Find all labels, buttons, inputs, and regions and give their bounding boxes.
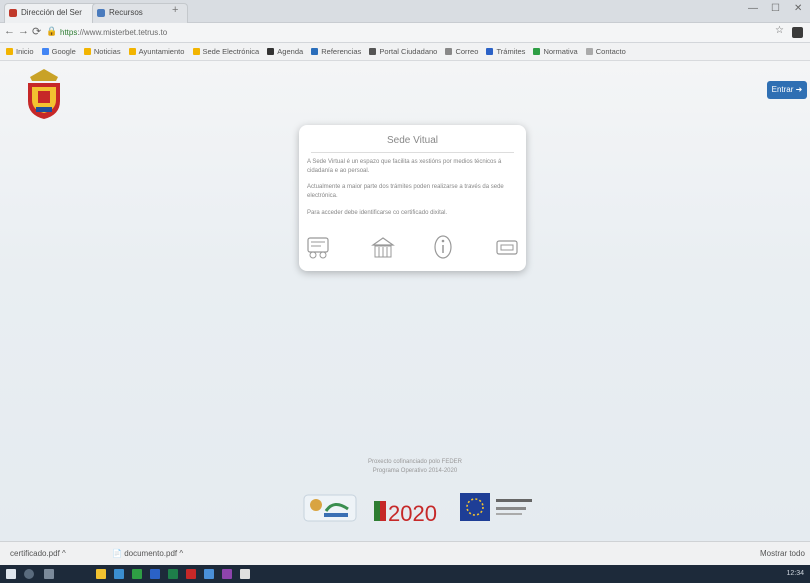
url-input[interactable]: https://www.misterbet.tetrus.to [60, 26, 740, 39]
show-all-downloads-link[interactable]: Mostrar todo [760, 542, 805, 566]
card-paragraph: Para acceder debe identificarse co certi… [307, 210, 448, 216]
bookmark-item[interactable]: Trámites [486, 43, 525, 60]
card-title: Sede Vitual [387, 135, 438, 146]
eu-flag-logo [460, 493, 532, 521]
funding-logos: 2020 [300, 489, 540, 527]
back-icon[interactable]: ← [4, 25, 15, 37]
divider [311, 152, 514, 153]
chrome-icon[interactable] [240, 569, 250, 579]
card-paragraph: Actualmente a maior parte dos trámites p… [307, 184, 504, 199]
mailbox-icon[interactable] [493, 233, 521, 261]
bookmark-item[interactable]: Sede Electrónica [192, 43, 259, 60]
bookmark-item[interactable]: Referencias [311, 43, 361, 60]
download-item[interactable]: 📄 documento.pdf ^ [112, 542, 183, 566]
browser-tab-bar: Dirección del Ser ✕ Recursos + — ☐ ✕ [0, 0, 810, 23]
app-icon[interactable] [186, 569, 196, 579]
lock-icon: 🔒 [46, 26, 58, 36]
card-paragraph: A Sede Virtual é un espazo que facilita … [307, 159, 502, 174]
app-icon[interactable] [204, 569, 214, 579]
downloads-bar: certificado.pdf ^ 📄 documento.pdf ^ Most… [0, 541, 810, 566]
bookmark-item[interactable]: Agenda [267, 43, 303, 60]
app-icon[interactable] [132, 569, 142, 579]
app-icon[interactable] [222, 569, 232, 579]
tab-favicon [97, 9, 105, 17]
bookmark-item[interactable]: Google [41, 43, 76, 60]
galicia-logo [303, 494, 357, 522]
reload-icon[interactable]: ⟳ [32, 25, 41, 38]
bookmark-item[interactable]: Contacto [585, 43, 626, 60]
bookmark-item[interactable]: Portal Ciudadano [369, 43, 437, 60]
task-view-icon[interactable] [44, 569, 54, 579]
bookmark-item[interactable]: Normativa [533, 43, 578, 60]
bookmark-item[interactable]: Inicio [6, 43, 34, 60]
system-clock[interactable]: 12:34 [724, 565, 810, 583]
bookmarks-bar: Inicio Google Noticias Ayuntamiento Sede… [0, 43, 810, 61]
minimize-icon[interactable]: — [748, 3, 758, 14]
info-icon[interactable] [429, 233, 457, 261]
extension-icon[interactable] [792, 27, 803, 38]
footer-text: Proxecto cofinanciado polo FEDER Program… [367, 459, 463, 474]
portugal-2020-logo: 2020 [374, 501, 437, 526]
new-tab-button[interactable]: + [172, 4, 178, 16]
file-explorer-icon[interactable] [96, 569, 106, 579]
maximize-icon[interactable]: ☐ [771, 3, 780, 14]
search-icon[interactable] [24, 569, 34, 579]
virtual-office-card: Sede Vitual A Sede Virtual é un espazo q… [299, 125, 526, 271]
campaign-year: 2020 [388, 501, 437, 526]
certificate-icon[interactable] [305, 233, 333, 261]
building-icon[interactable] [369, 233, 397, 261]
tab-favicon [9, 9, 17, 17]
forward-icon[interactable]: → [18, 25, 29, 37]
municipal-crest-logo[interactable] [20, 67, 68, 121]
page-content: Entrar ➜ Sede Vitual A Sede Virtual é un… [0, 61, 810, 541]
start-icon[interactable] [6, 569, 16, 579]
login-button[interactable]: Entrar ➜ [767, 81, 807, 99]
download-item[interactable]: certificado.pdf ^ [10, 542, 66, 566]
address-bar: ← → ⟳ 🔒 https://www.misterbet.tetrus.to … [0, 23, 810, 43]
os-taskbar: 12:34 [0, 565, 810, 583]
bookmark-item[interactable]: Ayuntamiento [128, 43, 184, 60]
bookmark-item[interactable]: Noticias [83, 43, 121, 60]
word-icon[interactable] [150, 569, 160, 579]
window-close-icon[interactable]: ✕ [794, 3, 802, 14]
browser-icon[interactable] [114, 569, 124, 579]
excel-icon[interactable] [168, 569, 178, 579]
bookmark-item[interactable]: Correo [445, 43, 478, 60]
star-icon[interactable]: ☆ [775, 25, 784, 36]
